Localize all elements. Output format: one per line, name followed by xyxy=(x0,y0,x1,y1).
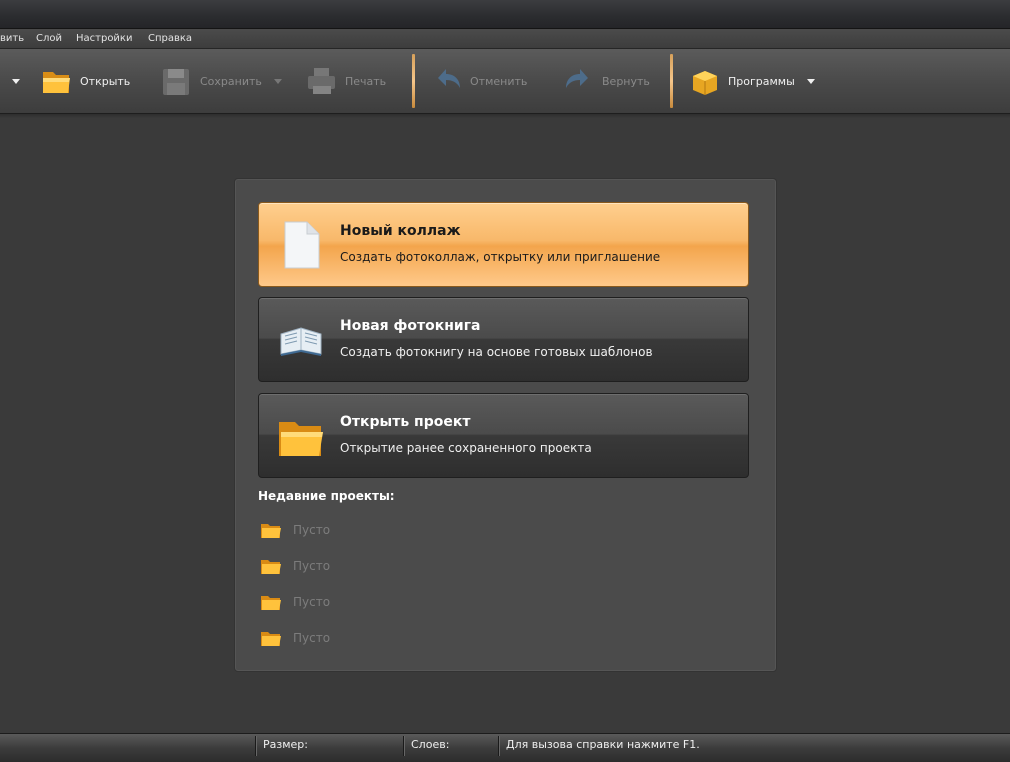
folder-icon xyxy=(261,596,281,610)
recent-project-label: Пусто xyxy=(293,631,331,645)
open-project-subtitle: Открытие ранее сохраненного проекта xyxy=(340,441,592,455)
status-divider xyxy=(255,736,256,756)
programs-button[interactable]: Программы xyxy=(688,59,815,103)
undo-label: Отменить xyxy=(470,74,528,88)
programs-label: Программы xyxy=(728,74,795,88)
save-label: Сохранить xyxy=(200,74,262,88)
recent-project-label: Пусто xyxy=(293,595,331,609)
new-photobook-title: Новая фотокнига xyxy=(340,318,481,334)
toolbar-separator xyxy=(412,54,415,108)
undo-button[interactable]: Отменить xyxy=(430,59,527,103)
new-collage-title: Новый коллаж xyxy=(340,223,461,239)
floppy-disk-icon xyxy=(163,69,189,95)
recent-project-item[interactable]: Пусто xyxy=(260,520,330,540)
title-bar xyxy=(0,0,1010,29)
new-collage-button[interactable]: Новый коллаж Создать фотоколлаж, открытк… xyxy=(258,202,749,287)
toolbar-separator xyxy=(670,54,673,108)
start-panel: Новый коллаж Создать фотоколлаж, открытк… xyxy=(235,179,776,671)
redo-icon xyxy=(566,69,588,88)
new-collage-subtitle: Создать фотоколлаж, открытку или приглаш… xyxy=(340,250,661,264)
folder-icon xyxy=(279,422,323,456)
new-photobook-subtitle: Создать фотокнигу на основе готовых шабл… xyxy=(340,345,653,359)
toolbar-shadow xyxy=(0,114,1010,118)
menu-help[interactable]: Справка xyxy=(148,33,192,44)
status-bar: Размер: Слоев: Для вызова справки нажмит… xyxy=(0,733,1010,762)
undo-icon xyxy=(438,69,460,88)
new-dropdown-button[interactable] xyxy=(6,59,20,103)
menu-settings[interactable]: Настройки xyxy=(76,33,132,44)
status-divider xyxy=(403,736,404,756)
print-label: Печать xyxy=(345,74,387,88)
open-project-title: Открыть проект xyxy=(340,414,471,430)
box-icon xyxy=(693,71,717,95)
redo-label: Вернуть xyxy=(602,74,650,88)
chevron-down-icon xyxy=(273,78,282,84)
recent-project-label: Пусто xyxy=(293,523,331,537)
open-book-icon xyxy=(280,327,322,356)
new-photobook-button[interactable]: Новая фотокнига Создать фотокнигу на осн… xyxy=(258,297,749,382)
folder-icon xyxy=(261,560,281,574)
recent-project-item[interactable]: Пусто xyxy=(260,628,330,648)
recent-project-item[interactable]: Пусто xyxy=(260,592,330,612)
status-size: Размер: xyxy=(263,738,308,751)
recent-projects-heading: Недавние проекты: xyxy=(258,489,395,503)
menu-edit[interactable]: вить xyxy=(0,33,24,44)
menu-layer[interactable]: Слой xyxy=(36,33,62,44)
toolbar: Открыть Сохранить Печать Отменить Вернут… xyxy=(0,49,1010,114)
open-button[interactable]: Открыть xyxy=(40,59,130,103)
recent-project-label: Пусто xyxy=(293,559,331,573)
print-button[interactable]: Печать xyxy=(305,59,386,103)
menu-bar: вить Слой Настройки Справка xyxy=(0,29,1010,49)
save-button[interactable]: Сохранить xyxy=(160,59,282,103)
open-label: Открыть xyxy=(80,74,131,88)
folder-icon xyxy=(261,632,281,646)
status-divider xyxy=(498,736,499,756)
status-layers: Слоев: xyxy=(411,738,450,751)
status-hint: Для вызова справки нажмите F1. xyxy=(506,738,700,751)
chevron-down-icon xyxy=(12,78,20,84)
folder-icon xyxy=(43,72,70,93)
redo-button[interactable]: Вернуть xyxy=(562,59,650,103)
printer-icon xyxy=(308,68,335,94)
folder-icon xyxy=(261,524,281,538)
blank-page-icon xyxy=(284,221,320,269)
chevron-down-icon xyxy=(806,78,815,84)
open-project-button[interactable]: Открыть проект Открытие ранее сохраненно… xyxy=(258,393,749,478)
recent-project-item[interactable]: Пусто xyxy=(260,556,330,576)
